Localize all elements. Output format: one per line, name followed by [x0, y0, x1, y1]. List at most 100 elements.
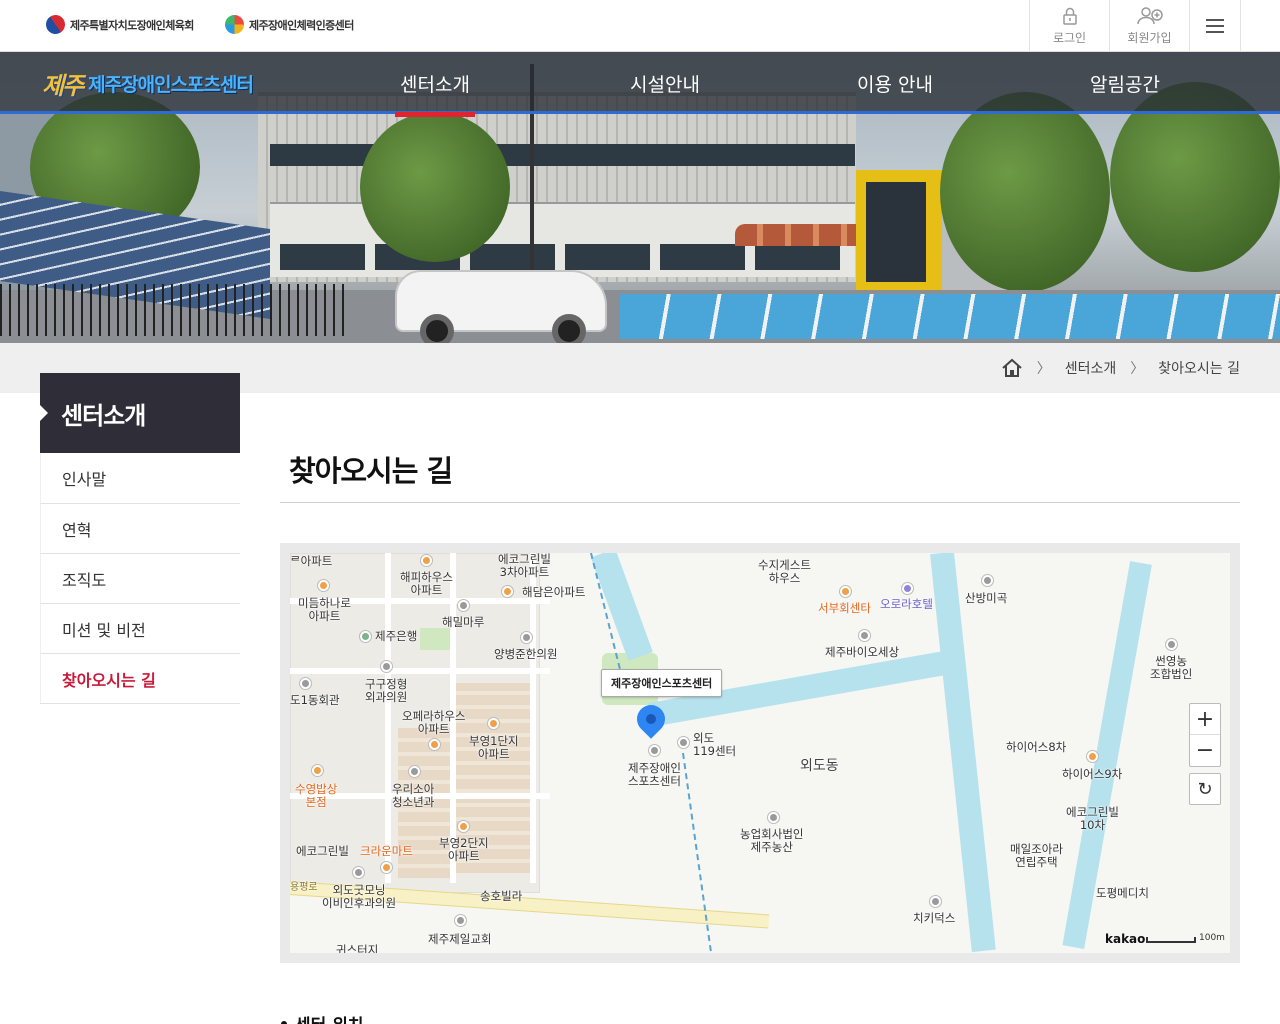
map-marker-tooltip[interactable]: 제주장애인스포츠센터	[601, 669, 723, 697]
map-poi-apartment[interactable]	[458, 821, 469, 832]
taeguk-emblem-icon	[42, 11, 69, 38]
org-name-2: 제주장애인체력인증센터	[249, 18, 354, 32]
sidebar-item-mission-vision[interactable]: 미션 및 비전	[40, 603, 240, 653]
nav-center-intro[interactable]: 센터소개	[365, 52, 505, 117]
nav-notice[interactable]: 알림공간	[1055, 52, 1195, 114]
map-river	[590, 553, 653, 661]
map-label: 서부회센타	[818, 601, 871, 615]
sidebar-title: 센터소개	[40, 373, 240, 453]
sidebar-item-greeting[interactable]: 인사말	[40, 453, 240, 503]
map-label: 우리소아 청소년과	[392, 782, 435, 809]
map-label: 해밀마루	[442, 615, 485, 629]
map-poi-fire-station[interactable]	[678, 737, 689, 748]
yellow-entrance-glass	[866, 182, 926, 282]
menu-icon	[1206, 15, 1224, 37]
map-zoom-control: + −	[1189, 703, 1221, 767]
logo-mark: 제주	[42, 71, 84, 100]
map-label: 수영밥상 본점	[295, 782, 338, 809]
map-label: 구구정형 외과의원	[365, 677, 408, 704]
map-label: 외도굿모닝 이비인후과의원	[322, 883, 397, 910]
section-heading: 센터 위치	[281, 1011, 363, 1024]
map-label: 하이어스9차	[1062, 767, 1123, 781]
map-poi-building[interactable]	[859, 630, 870, 641]
map-poi-clinic[interactable]	[521, 632, 532, 643]
map-poi-company[interactable]	[768, 812, 779, 823]
map-reset-button[interactable]: ↻	[1189, 773, 1221, 805]
nav-usage-guide[interactable]: 이용 안내	[825, 52, 965, 114]
map-label: 하이어스8차	[1006, 740, 1067, 754]
join-label: 회원가입	[1127, 30, 1172, 45]
map-label: 제주제일교회	[428, 932, 492, 946]
main-navigation: 제주 제주장애인스포츠센터 센터소개 시설안내 이용 안내 알림공간	[0, 52, 1280, 117]
map-label: 해피하우스 아파트	[400, 570, 453, 597]
map-poi-building[interactable]	[300, 678, 311, 689]
map-label: 부영1단지 아파트	[469, 734, 519, 761]
map-poi-apartment[interactable]	[502, 586, 513, 597]
site-logo[interactable]: 제주 제주장애인스포츠센터	[42, 66, 254, 101]
org-logo-sports-association[interactable]: 제주특별자치도장애인체육회	[42, 11, 194, 38]
map-label: 산방미곡	[965, 591, 1008, 605]
org-logo-fitness-center[interactable]: 제주장애인체력인증센터	[225, 15, 354, 34]
map-label: ᄅ아파트	[290, 554, 333, 568]
map-label: 귀스터지	[336, 943, 379, 954]
map-poi-church[interactable]	[455, 915, 466, 926]
breadcrumb-item-current[interactable]: 찾아오시는 길	[1158, 358, 1240, 378]
map-label: 미듬하나로 아파트	[298, 596, 351, 623]
map-poi-clinic[interactable]	[409, 766, 420, 777]
map-label: 오로라호텔	[880, 597, 933, 611]
fence	[0, 284, 350, 336]
map-poi-restaurant[interactable]	[930, 896, 941, 907]
kakao-map-logo[interactable]: kakao	[1105, 932, 1145, 946]
map-poi-bank[interactable]	[360, 631, 371, 642]
map-poi-shop[interactable]	[982, 575, 993, 586]
sidebar-item-directions[interactable]: 찾아오시는 길	[40, 653, 240, 703]
sidebar-item-history[interactable]: 연혁	[40, 503, 240, 553]
sidebar-item-organization[interactable]: 조직도	[40, 553, 240, 603]
map-poi-clinic[interactable]	[381, 661, 392, 672]
login-button[interactable]: 로그인	[1029, 0, 1109, 52]
zoom-out-button[interactable]: −	[1190, 735, 1220, 766]
map-scale-text: 100m	[1199, 933, 1225, 943]
map-poi-hotel[interactable]	[902, 583, 913, 594]
map-label: 도1동회관	[290, 693, 340, 707]
map-label: 부영2단지 아파트	[439, 836, 489, 863]
map-poi-apartment[interactable]	[421, 555, 432, 566]
map-poi-sports-center[interactable]	[649, 745, 660, 756]
entrance-canopy	[735, 224, 875, 246]
map-road	[290, 668, 550, 674]
map-label: 제주은행	[375, 629, 418, 643]
join-button[interactable]: 회원가입	[1109, 0, 1189, 52]
map-river	[930, 553, 996, 953]
building-window-band	[270, 144, 855, 166]
breadcrumb: 〉 센터소개 〉 찾아오시는 길	[1001, 343, 1240, 393]
map-poi-clinic[interactable]	[353, 867, 364, 878]
car-wheel	[552, 314, 586, 343]
map-poi-apartment[interactable]	[488, 718, 499, 729]
map-label: 크라운마트	[360, 844, 413, 858]
menu-button[interactable]	[1189, 0, 1241, 52]
map-park	[420, 628, 454, 650]
accessible-parking-spaces	[620, 294, 1280, 339]
map-poi-apartment[interactable]	[429, 739, 440, 750]
map-poi-building[interactable]	[458, 600, 469, 611]
map-poi-mart[interactable]	[381, 862, 392, 873]
chevron-right-icon: 〉	[1130, 361, 1145, 377]
map-poi-restaurant[interactable]	[312, 765, 323, 776]
fitness-emblem-icon	[225, 15, 244, 34]
map-label: 수지게스트 하우스	[758, 558, 811, 585]
nav-facility-info[interactable]: 시설안내	[595, 52, 735, 114]
map-poi-apartment[interactable]	[318, 580, 329, 591]
lock-icon	[1062, 7, 1077, 25]
map-label: 에코그린빌 10차	[1066, 805, 1119, 832]
map-poi-restaurant[interactable]	[840, 586, 851, 597]
map-poi-building[interactable]	[1166, 639, 1177, 650]
login-label: 로그인	[1052, 30, 1087, 45]
map-road	[530, 553, 536, 883]
breadcrumb-item[interactable]: 센터소개	[1065, 358, 1117, 378]
map-label: 외도 119센터	[693, 731, 737, 758]
map-poi-apartment[interactable]	[1087, 751, 1098, 762]
kakao-map[interactable]: ᄅ아파트 해피하우스 아파트 에코그린빌 3차아파트 해담은아파트 미듬하나로 아파트…	[290, 553, 1230, 953]
zoom-in-button[interactable]: +	[1190, 704, 1220, 735]
section-heading-text: 센터 위치	[295, 1011, 363, 1024]
home-icon[interactable]	[1001, 358, 1023, 378]
